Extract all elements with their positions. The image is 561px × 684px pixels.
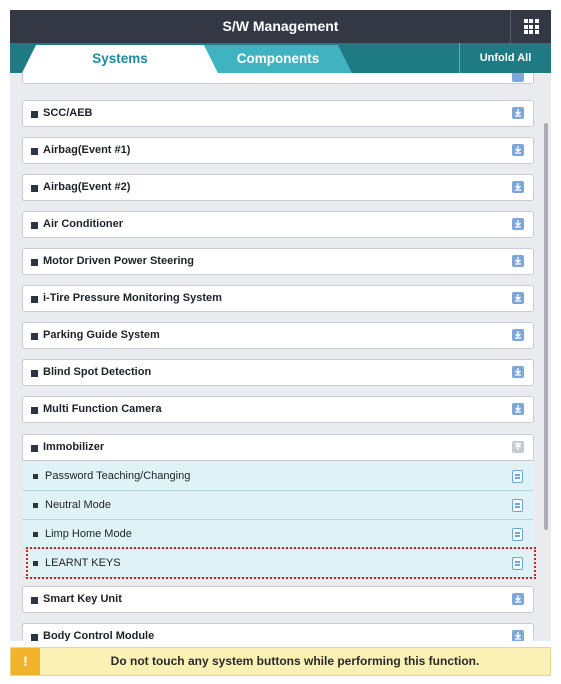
download-icon[interactable]: [512, 181, 524, 193]
download-icon[interactable]: [512, 292, 524, 304]
download-icon[interactable]: [512, 329, 524, 341]
notice-message: Do not touch any system buttons while pe…: [110, 654, 480, 668]
document-icon[interactable]: [512, 528, 523, 541]
bullet-square: [31, 445, 38, 452]
download-icon[interactable]: [512, 403, 524, 415]
function-label: Neutral Mode: [45, 499, 112, 511]
bullet-square: [31, 296, 38, 303]
bullet-square: [31, 259, 38, 266]
page-title: S/W Management: [222, 18, 339, 34]
bullet-square: [31, 597, 38, 604]
system-row[interactable]: Multi Function Camera: [22, 396, 534, 423]
download-icon[interactable]: [512, 218, 524, 230]
bullet-square: [33, 474, 38, 479]
function-label: LEARNT KEYS: [45, 557, 121, 569]
system-row[interactable]: Airbag(Event #2): [22, 174, 534, 201]
system-label: Airbag(Event #1): [43, 144, 131, 156]
grid-icon: [523, 19, 539, 34]
system-row[interactable]: Smart Key Unit: [22, 586, 534, 613]
function-row[interactable]: Password Teaching/Changing: [23, 462, 533, 491]
system-row[interactable]: Motor Driven Power Steering: [22, 248, 534, 275]
title-bar: S/W Management: [10, 10, 551, 43]
bullet-square: [31, 634, 38, 641]
tab-systems[interactable]: Systems: [22, 45, 218, 73]
upload-icon[interactable]: [512, 441, 524, 453]
download-icon[interactable]: [512, 144, 524, 156]
download-icon[interactable]: [512, 630, 524, 641]
document-icon[interactable]: [512, 470, 523, 483]
download-icon: [512, 73, 524, 82]
system-label: Motor Driven Power Steering: [43, 255, 194, 267]
scrollbar[interactable]: [544, 123, 548, 530]
bullet-square: [31, 148, 38, 155]
bullet-square: [31, 333, 38, 340]
system-row[interactable]: Air Conditioner: [22, 211, 534, 238]
system-row[interactable]: SCC/AEB: [22, 100, 534, 127]
document-icon[interactable]: [512, 499, 523, 512]
bullet-square: [33, 561, 38, 566]
bullet-square: [31, 185, 38, 192]
system-label: Air Conditioner: [43, 218, 124, 230]
unfold-all-button[interactable]: Unfold All: [459, 43, 551, 73]
download-icon[interactable]: [512, 366, 524, 378]
system-label: SCC/AEB: [43, 107, 93, 119]
menu-button[interactable]: [510, 10, 551, 43]
system-label: Immobilizer: [43, 441, 105, 453]
system-label: i-Tire Pressure Monitoring System: [43, 292, 222, 304]
system-row[interactable]: Parking Guide System: [22, 322, 534, 349]
warning-icon: !: [11, 648, 40, 675]
bullet-square: [31, 407, 38, 414]
function-label: Password Teaching/Changing: [45, 470, 191, 482]
system-label: Parking Guide System: [43, 329, 160, 341]
system-label: Smart Key Unit: [43, 593, 122, 605]
function-row[interactable]: Limp Home Mode: [23, 520, 533, 549]
bullet-square: [31, 370, 38, 377]
sw-management-app: S/W Management Systems Components Unfold…: [10, 0, 551, 684]
function-label: Limp Home Mode: [45, 528, 132, 540]
download-icon[interactable]: [512, 255, 524, 267]
bullet-square: [31, 222, 38, 229]
system-label: Multi Function Camera: [43, 403, 162, 415]
bullet-square: [33, 503, 38, 508]
system-label: Blind Spot Detection: [43, 366, 152, 378]
system-label: Airbag(Event #2): [43, 181, 131, 193]
system-row[interactable]: Blind Spot Detection: [22, 359, 534, 386]
system-row-immobilizer[interactable]: Immobilizer: [22, 434, 534, 461]
system-row-partial[interactable]: [22, 73, 534, 84]
document-icon[interactable]: [512, 557, 523, 570]
system-row[interactable]: i-Tire Pressure Monitoring System: [22, 285, 534, 312]
bullet-square: [33, 532, 38, 537]
download-icon[interactable]: [512, 107, 524, 119]
system-row[interactable]: Body Control Module: [22, 623, 534, 641]
bullet-square: [31, 111, 38, 118]
system-row[interactable]: Airbag(Event #1): [22, 137, 534, 164]
notice-bar: ! Do not touch any system buttons while …: [10, 647, 551, 676]
function-row[interactable]: Neutral Mode: [23, 491, 533, 520]
tab-bar: Systems Components Unfold All: [10, 43, 551, 73]
download-icon[interactable]: [512, 593, 524, 605]
system-label: Body Control Module: [43, 630, 155, 641]
systems-list[interactable]: SCC/AEB Airbag(Event #1) Airbag(Event #2…: [10, 73, 551, 641]
function-row-learnt-keys[interactable]: LEARNT KEYS: [23, 549, 533, 578]
tab-components[interactable]: Components: [204, 45, 352, 73]
